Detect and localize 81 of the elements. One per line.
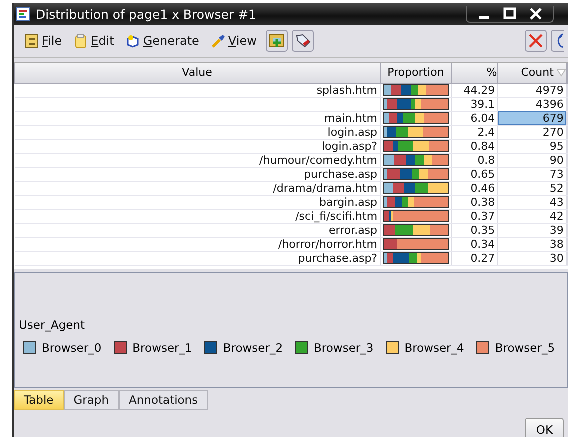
table-cell: login.asp — [14, 125, 380, 139]
sparkle-icon — [126, 34, 140, 48]
table-cell: 73 — [498, 167, 566, 181]
proportion-bar-drawing — [382, 224, 450, 236]
table-cell: /humour/comedy.htm — [14, 153, 380, 167]
column-header[interactable]: Value — [14, 63, 380, 83]
tab[interactable]: Annotations — [119, 390, 208, 410]
proportion-bar-drawing — [382, 238, 450, 250]
tab[interactable]: Table — [14, 390, 64, 410]
legend-label: Browser_1 — [132, 340, 192, 354]
table-cell: /sci_fi/scifi.htm — [14, 209, 380, 223]
table-cell: 90 — [498, 153, 566, 167]
column-header[interactable]: Count — [498, 63, 566, 83]
proportion-bar-drawing — [382, 182, 450, 194]
table-cell: 0.84 — [452, 139, 498, 153]
table-add-icon — [268, 33, 285, 49]
tab[interactable]: Graph — [64, 390, 120, 410]
close-icon — [528, 33, 544, 49]
proportion-bar-drawing — [382, 210, 450, 222]
column-header[interactable]: Proportion — [380, 63, 452, 83]
table-cell: 52 — [498, 181, 566, 195]
table-cell: 42 — [498, 209, 566, 223]
proportion-bar-drawing — [382, 154, 450, 166]
proportion-bar-drawing — [382, 168, 450, 180]
table-cell: bargin.asp — [14, 195, 380, 209]
table-cell: 43 — [498, 195, 566, 209]
table-cell: /drama/drama.htm — [14, 181, 380, 195]
ok-button[interactable]: OK — [525, 418, 564, 437]
table-cell: 679 — [498, 111, 566, 125]
proportion-bar-drawing — [382, 126, 450, 138]
table-cell: 44.29 — [452, 83, 498, 97]
table-cell: 2.4 — [452, 125, 498, 139]
table-cell: 0.8 — [452, 153, 498, 167]
table-cell: 0.65 — [452, 167, 498, 181]
proportion-bar-drawing — [382, 84, 450, 96]
table-cell: 0.46 — [452, 181, 498, 195]
toolbar-button[interactable] — [292, 30, 314, 52]
window-title: Distribution of page1 x Browser #1 — [36, 6, 256, 22]
menu-item[interactable]: Generate — [121, 32, 204, 50]
table-cell: 39 — [498, 223, 566, 237]
proportion-bar-drawing — [382, 196, 450, 208]
sort-icon — [556, 68, 566, 77]
legend-label: Browser_5 — [495, 340, 556, 354]
table-cell: 0.35 — [452, 223, 498, 237]
table-cell: 30 — [498, 251, 566, 265]
close-button[interactable] — [525, 30, 547, 52]
legend-label: Browser_4 — [404, 340, 464, 354]
tag-icon — [294, 33, 311, 49]
table-cell: purchase.asp — [14, 167, 380, 181]
chart-icon — [16, 7, 30, 21]
toolbar-button[interactable] — [266, 30, 288, 52]
table-cell: main.htm — [14, 111, 380, 125]
table-cell: 95 — [498, 139, 566, 153]
table-cell: purchase.asp? — [14, 251, 380, 265]
menu-item[interactable]: File — [20, 32, 68, 50]
legend-label: Browser_0 — [42, 340, 102, 354]
table-cell: 0.38 — [452, 195, 498, 209]
proportion-bar-drawing — [382, 140, 450, 152]
proportion-bar-drawing — [382, 252, 450, 264]
table-cell: login.asp? — [14, 139, 380, 153]
table-cell: 39.1 — [452, 97, 498, 111]
proportion-bar-drawing — [382, 112, 450, 124]
table-cell: 4979 — [498, 83, 566, 97]
table-cell: 0.27 — [452, 251, 498, 265]
menu-item[interactable]: View — [206, 32, 262, 50]
proportion-bar-drawing — [382, 98, 450, 110]
table-cell: 0.37 — [452, 209, 498, 223]
menu-item[interactable]: Edit — [69, 32, 120, 50]
legend-title: User_Agent — [19, 318, 86, 332]
cabinet-icon — [25, 34, 39, 48]
legend-label: Browser_2 — [223, 340, 284, 354]
table-cell: 0.34 — [452, 237, 498, 251]
table-cell: /horror/horror.htm — [14, 237, 380, 251]
table-cell: 270 — [498, 125, 566, 139]
legend-label: Browser_3 — [314, 340, 374, 354]
table-cell: 38 — [498, 237, 566, 251]
table-cell: error.asp — [14, 223, 380, 237]
table-cell: splash.htm — [14, 83, 380, 97]
clipboard-icon — [74, 34, 88, 48]
column-header[interactable]: % — [452, 63, 498, 83]
flashlight-icon — [211, 34, 226, 48]
